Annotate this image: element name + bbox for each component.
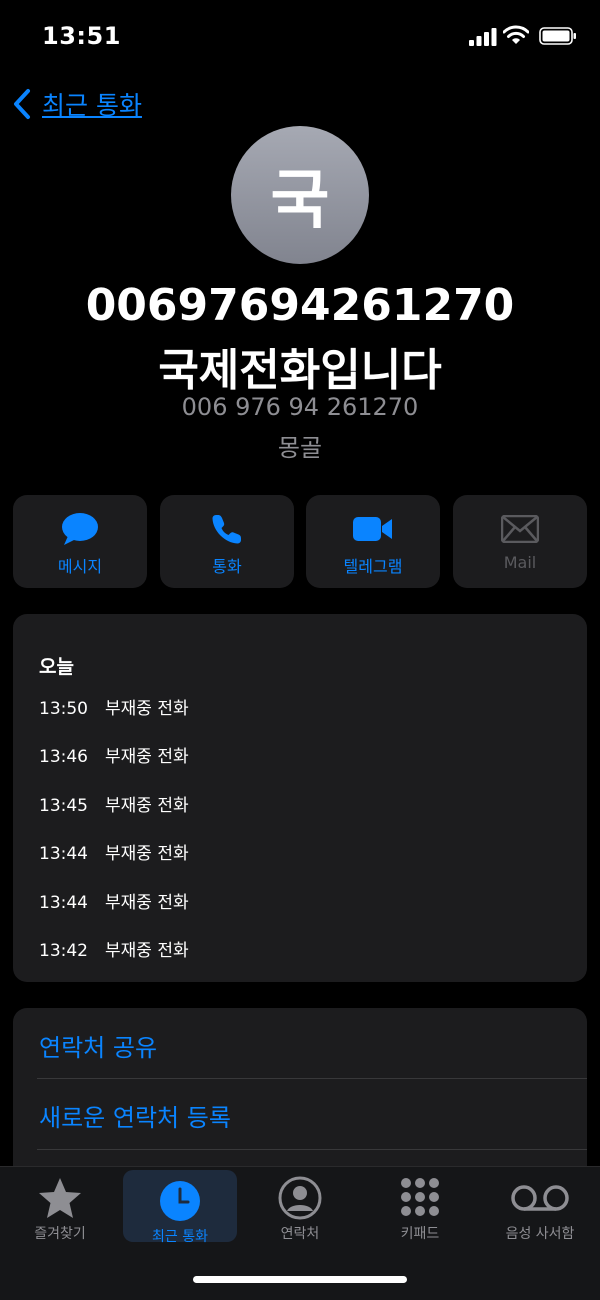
- chevron-left-icon: [14, 89, 30, 119]
- mail-button[interactable]: Mail: [453, 495, 587, 588]
- status-time: 13:51: [42, 22, 121, 50]
- create-new-contact-button[interactable]: 새로운 연락처 등록: [39, 1098, 231, 1133]
- back-button-label: 최근 통화: [42, 91, 142, 120]
- clock-icon: [160, 1181, 200, 1221]
- avatar: 국: [231, 126, 369, 264]
- video-camera-icon: [353, 517, 392, 541]
- share-contact-button[interactable]: 연락처 공유: [39, 1028, 157, 1063]
- star-icon: [39, 1178, 81, 1218]
- message-button-label: 메시지: [57, 557, 103, 576]
- call-history-row: 13:44 부재중 전화: [39, 888, 189, 913]
- call-time: 13:45: [39, 796, 88, 816]
- call-button[interactable]: 통화: [160, 495, 294, 588]
- back-button[interactable]: 최근 통화: [12, 86, 142, 122]
- tab-favorites[interactable]: 즐겨찾기: [0, 1167, 120, 1247]
- tab-recents-label: 최근 통화: [152, 1229, 208, 1245]
- phone-icon: [212, 515, 241, 544]
- call-history-header: 오늘: [39, 656, 74, 678]
- tab-contacts-label: 연락처: [280, 1226, 320, 1242]
- tab-recents[interactable]: 최근 통화: [123, 1170, 237, 1245]
- person-circle-icon: [278, 1176, 322, 1220]
- action-buttons: 메시지 통화 텔레그램 Mail: [13, 495, 587, 588]
- call-type: 부재중 전화: [105, 844, 189, 864]
- contact-number: 00697694261270: [85, 280, 515, 331]
- tab-voicemail[interactable]: 음성 사서함: [480, 1167, 600, 1247]
- call-history-row: 13:42 부재중 전화: [39, 936, 189, 961]
- call-type: 부재중 전화: [105, 893, 189, 913]
- call-type: 부재중 전화: [105, 941, 189, 961]
- tab-contacts[interactable]: 연락처: [240, 1167, 360, 1247]
- call-history-row: 13:45 부재중 전화: [39, 791, 189, 816]
- divider: [37, 1149, 587, 1150]
- call-time: 13:46: [39, 747, 88, 767]
- call-time: 13:50: [39, 699, 88, 719]
- message-bubble-icon: [62, 513, 98, 545]
- call-history-card: 오늘 13:50 부재중 전화 13:46 부재중 전화 13:45 부재중 전화 1…: [13, 614, 587, 982]
- divider: [37, 1078, 587, 1079]
- cellular-signal-icon: [469, 28, 497, 46]
- status-bar: 13:51: [0, 0, 600, 72]
- call-history-row: 13:46 부재중 전화: [39, 742, 189, 767]
- call-type: 부재중 전화: [105, 796, 189, 816]
- call-history-row: 13:50 부재중 전화: [39, 694, 189, 719]
- tab-keypad[interactable]: 키패드: [360, 1167, 480, 1247]
- envelope-icon: [501, 515, 539, 543]
- tab-voicemail-label: 음성 사서함: [505, 1226, 575, 1242]
- contact-subtitle: 국제전화입니다: [158, 345, 442, 396]
- tab-favorites-label: 즐겨찾기: [34, 1226, 86, 1242]
- telegram-button-label: 텔레그램: [343, 557, 403, 576]
- mail-button-label: Mail: [503, 553, 537, 572]
- formatted-number: 006 976 94 261270: [181, 393, 419, 421]
- call-time: 13:42: [39, 941, 88, 961]
- wifi-icon: [503, 25, 529, 44]
- message-button[interactable]: 메시지: [13, 495, 147, 588]
- call-time: 13:44: [39, 844, 88, 864]
- home-indicator[interactable]: [193, 1276, 407, 1283]
- telegram-button[interactable]: 텔레그램: [306, 495, 440, 588]
- tab-keypad-label: 키패드: [400, 1226, 440, 1242]
- contact-country: 몽골: [277, 434, 323, 462]
- battery-icon: [539, 27, 576, 45]
- call-type: 부재중 전화: [105, 747, 189, 767]
- keypad-icon: [401, 1178, 439, 1216]
- call-button-label: 통화: [212, 557, 242, 576]
- voicemail-icon: [511, 1185, 569, 1211]
- call-type: 부재중 전화: [105, 699, 189, 719]
- call-history-row: 13:44 부재중 전화: [39, 839, 189, 864]
- call-time: 13:44: [39, 893, 88, 913]
